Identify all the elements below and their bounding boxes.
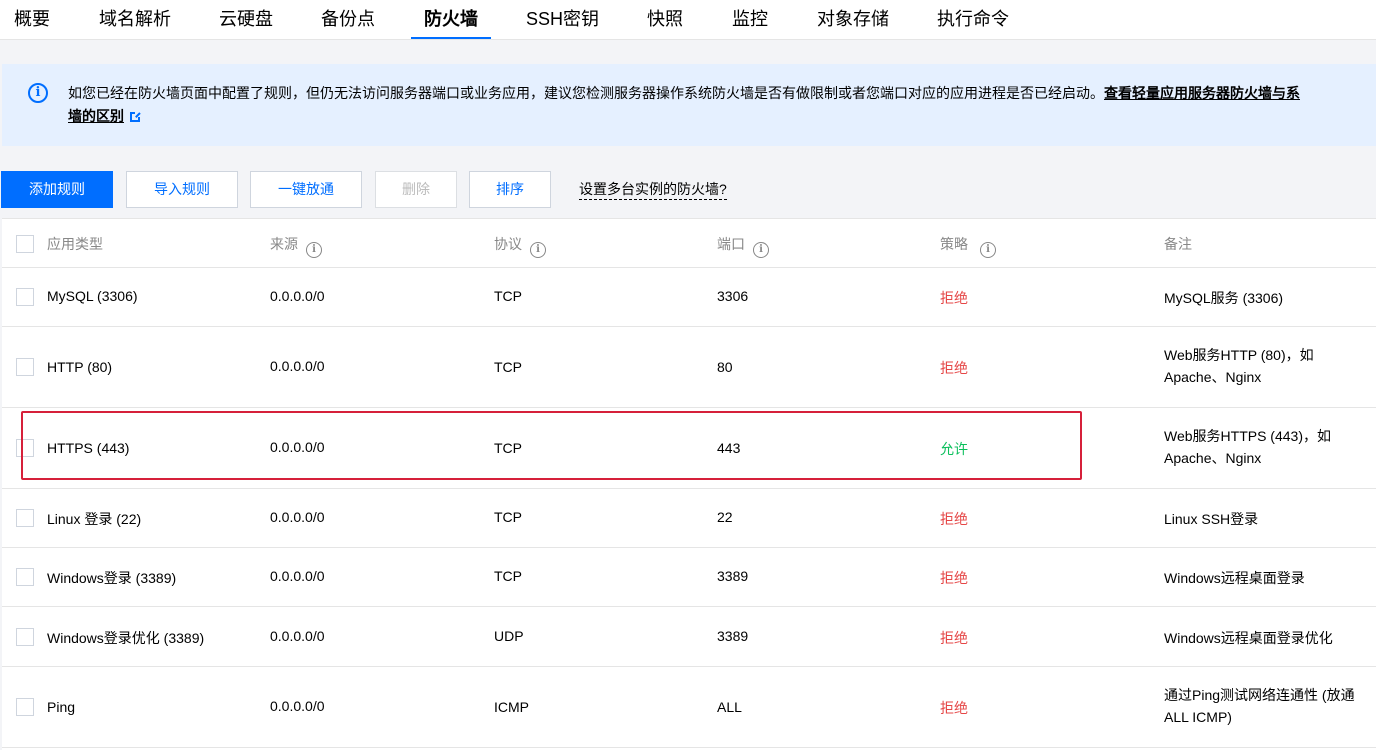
help-icon[interactable]: i — [306, 242, 322, 258]
firewall-rules-table: 应用类型 来源 i 协议 i 端口 i 策略 i 备注 MySQL (3306) 0.0… — [2, 218, 1376, 750]
header-app-type: 应用类型 — [47, 236, 103, 252]
cell-source: 0.0.0.0/0 — [270, 628, 325, 644]
tab-overview[interactable]: 概要 — [14, 0, 50, 39]
cell-app-type: HTTPS (443) — [47, 440, 130, 456]
table-row: Windows登录优化 (3389) 0.0.0.0/0 UDP 3389 拒绝… — [2, 607, 1376, 667]
header-source: 来源 i — [270, 234, 322, 258]
header-protocol-label: 协议 — [494, 236, 522, 252]
cell-port: 80 — [717, 359, 733, 375]
cell-source: 0.0.0.0/0 — [270, 288, 325, 304]
external-link-icon — [130, 111, 141, 122]
header-note: 备注 — [1164, 236, 1192, 252]
row-checkbox[interactable] — [16, 439, 34, 457]
cell-policy: 拒绝 — [940, 511, 968, 527]
multi-instance-firewall-link[interactable]: 设置多台实例的防火墙? — [579, 179, 727, 200]
cell-app-type: Linux 登录 (22) — [47, 511, 142, 527]
cell-port: ALL — [717, 699, 742, 715]
header-policy: 策略 i — [940, 234, 996, 258]
cell-note: Linux SSH登录 — [1164, 511, 1259, 527]
cell-app-type: MySQL (3306) — [47, 288, 138, 304]
tab-backup[interactable]: 备份点 — [321, 0, 375, 39]
firewall-diff-link-continued[interactable]: 墙的区别 — [68, 105, 141, 128]
cell-protocol: TCP — [494, 288, 522, 304]
tab-monitor[interactable]: 监控 — [732, 0, 768, 39]
cell-note: Windows远程桌面登录 — [1164, 570, 1305, 586]
cell-port: 443 — [717, 440, 741, 456]
cell-policy: 拒绝 — [940, 570, 968, 586]
cell-note: Web服务HTTPS (443)，如Apache、Nginx — [1164, 428, 1331, 466]
row-checkbox[interactable] — [16, 358, 34, 376]
info-banner: i 如您已经在防火墙页面中配置了规则，但仍无法访问服务器端口或业务应用，建议您检… — [2, 64, 1376, 146]
cell-source: 0.0.0.0/0 — [270, 439, 325, 455]
cell-protocol: TCP — [494, 509, 522, 525]
help-icon[interactable]: i — [980, 242, 996, 258]
tab-dns[interactable]: 域名解析 — [99, 0, 171, 39]
cell-protocol: ICMP — [494, 699, 529, 715]
one-click-open-button[interactable]: 一键放通 — [250, 171, 362, 208]
cell-policy: 拒绝 — [940, 700, 968, 716]
table-row: HTTPS (443) 0.0.0.0/0 TCP 443 允许 Web服务HT… — [2, 408, 1376, 489]
cell-note: Windows远程桌面登录优化 — [1164, 630, 1333, 646]
header-port-label: 端口 — [717, 236, 745, 252]
cell-note: 通过Ping测试网络连通性 (放通ALL ICMP) — [1164, 687, 1355, 725]
cell-note: MySQL服务 (3306) — [1164, 290, 1284, 306]
cell-app-type: Ping — [47, 699, 76, 715]
cell-protocol: UDP — [494, 628, 524, 644]
row-checkbox[interactable] — [16, 628, 34, 646]
cell-source: 0.0.0.0/0 — [270, 698, 325, 714]
sort-button[interactable]: 排序 — [469, 171, 551, 208]
cell-app-type: HTTP (80) — [47, 359, 113, 375]
table-row: Windows登录 (3389) 0.0.0.0/0 TCP 3389 拒绝 W… — [2, 548, 1376, 607]
header-policy-label: 策略 — [940, 236, 968, 252]
add-rule-button[interactable]: 添加规则 — [1, 171, 113, 208]
cell-app-type: Windows登录 (3389) — [47, 570, 177, 586]
row-checkbox[interactable] — [16, 568, 34, 586]
table-row: MySQL (3306) 0.0.0.0/0 TCP 3306 拒绝 MySQL… — [2, 268, 1376, 327]
help-icon[interactable]: i — [530, 242, 546, 258]
help-icon[interactable]: i — [753, 242, 769, 258]
tab-ssh-key[interactable]: SSH密钥 — [526, 0, 599, 39]
tab-firewall[interactable]: 防火墙 — [411, 0, 491, 39]
cell-protocol: TCP — [494, 568, 522, 584]
header-protocol: 协议 i — [494, 234, 546, 258]
tab-run-command[interactable]: 执行命令 — [937, 0, 1009, 39]
table-header: 应用类型 来源 i 协议 i 端口 i 策略 i 备注 — [2, 218, 1376, 268]
header-source-label: 来源 — [270, 236, 298, 252]
banner-message: 如您已经在防火墙页面中配置了规则，但仍无法访问服务器端口或业务应用，建议您检测服… — [68, 85, 1104, 101]
cell-port: 3389 — [717, 568, 749, 584]
row-checkbox[interactable] — [16, 698, 34, 716]
header-port: 端口 i — [717, 234, 769, 258]
select-all-checkbox[interactable] — [16, 235, 34, 253]
firewall-diff-link-text[interactable]: 墙的区别 — [68, 108, 124, 124]
cell-note: Web服务HTTP (80)，如Apache、Nginx — [1164, 347, 1314, 385]
tab-cloud-disk[interactable]: 云硬盘 — [219, 0, 273, 39]
cell-source: 0.0.0.0/0 — [270, 509, 325, 525]
row-checkbox[interactable] — [16, 509, 34, 527]
cell-port: 3389 — [717, 628, 749, 644]
cell-policy: 允许 — [940, 441, 968, 457]
tab-object-storage[interactable]: 对象存储 — [817, 0, 889, 39]
delete-button[interactable]: 删除 — [375, 171, 457, 208]
cell-source: 0.0.0.0/0 — [270, 568, 325, 584]
cell-protocol: TCP — [494, 440, 522, 456]
table-row: HTTP (80) 0.0.0.0/0 TCP 80 拒绝 Web服务HTTP … — [2, 327, 1376, 408]
banner-text: 如您已经在防火墙页面中配置了规则，但仍无法访问服务器端口或业务应用，建议您检测服… — [68, 82, 1376, 105]
table-row: Ping 0.0.0.0/0 ICMP ALL 拒绝 通过Ping测试网络连通性… — [2, 667, 1376, 748]
row-checkbox[interactable] — [16, 288, 34, 306]
cell-protocol: TCP — [494, 359, 522, 375]
cell-policy: 拒绝 — [940, 360, 968, 376]
cell-port: 3306 — [717, 288, 749, 304]
cell-source: 0.0.0.0/0 — [270, 358, 325, 374]
info-icon: i — [28, 83, 48, 103]
cell-port: 22 — [717, 509, 733, 525]
tab-bar: 概要 域名解析 云硬盘 备份点 防火墙 SSH密钥 快照 监控 对象存储 执行命… — [0, 0, 1376, 40]
cell-policy: 拒绝 — [940, 290, 968, 306]
tab-snapshot[interactable]: 快照 — [647, 0, 683, 39]
cell-app-type: Windows登录优化 (3389) — [47, 630, 205, 646]
cell-policy: 拒绝 — [940, 630, 968, 646]
firewall-diff-link[interactable]: 查看轻量应用服务器防火墙与系 — [1104, 85, 1300, 101]
import-rule-button[interactable]: 导入规则 — [126, 171, 238, 208]
table-row: Linux 登录 (22) 0.0.0.0/0 TCP 22 拒绝 Linux … — [2, 489, 1376, 548]
